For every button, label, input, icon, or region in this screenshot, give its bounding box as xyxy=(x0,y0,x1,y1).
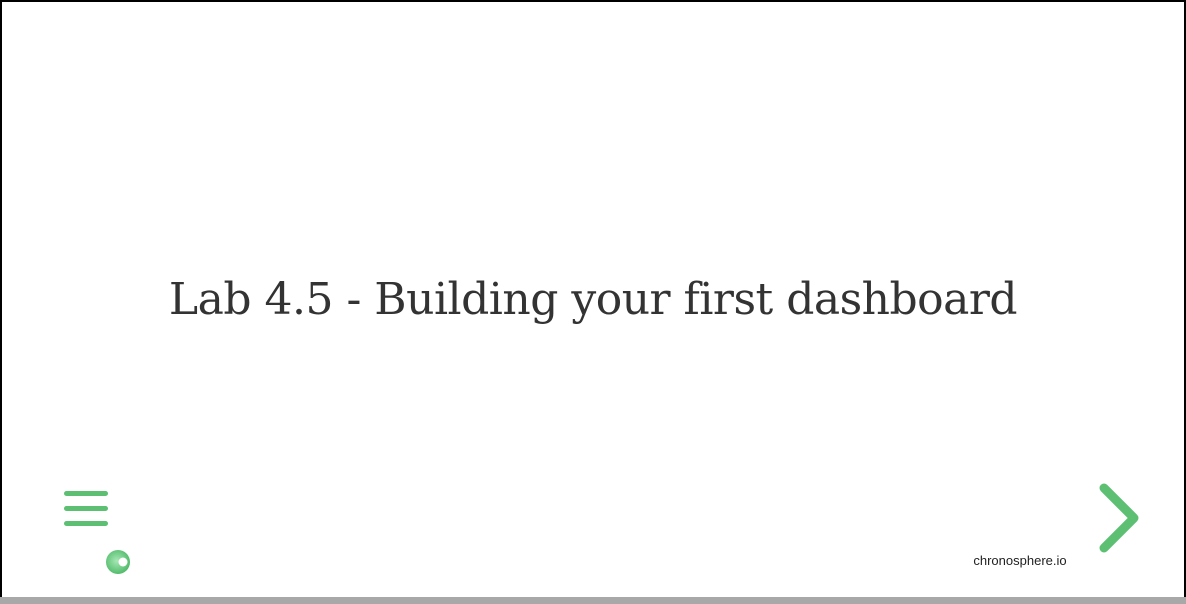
slide-title: Lab 4.5 - Building your first dashboard xyxy=(168,274,1018,325)
chronosphere-logo-icon xyxy=(106,550,130,574)
progress-bar xyxy=(0,597,1186,604)
hamburger-menu-icon xyxy=(64,491,108,526)
slide: Lab 4.5 - Building your first dashboard … xyxy=(0,0,1186,604)
site-url-label: chronosphere.io xyxy=(973,553,1067,568)
next-slide-button[interactable] xyxy=(1090,476,1146,560)
chevron-right-icon xyxy=(1099,483,1139,553)
menu-button[interactable] xyxy=(60,486,112,532)
chronosphere-logo xyxy=(105,549,131,575)
